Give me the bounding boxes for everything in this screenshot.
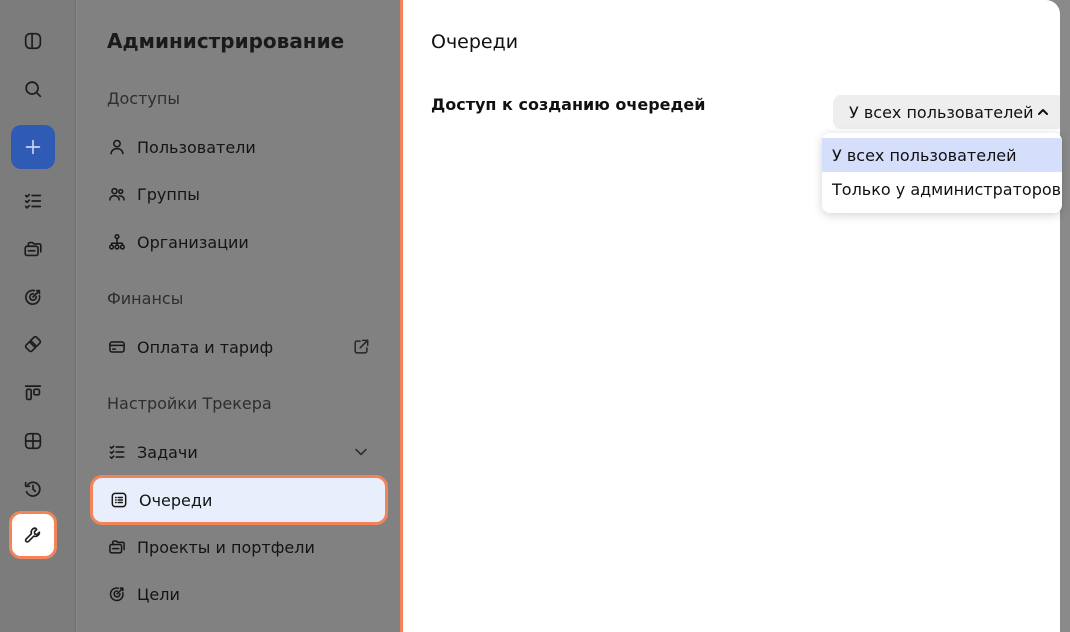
portfolio-button[interactable] bbox=[11, 323, 55, 367]
wrench-icon bbox=[24, 527, 41, 543]
search-icon bbox=[25, 81, 42, 98]
nav-item-label: Пользователи bbox=[137, 137, 256, 157]
tasks-icon bbox=[24, 193, 42, 209]
boards-icon bbox=[24, 385, 42, 401]
page-title: Очереди bbox=[431, 31, 519, 53]
main-content: Очереди Доступ к созданию очередей У все… bbox=[403, 0, 1065, 632]
queue-list-icon bbox=[109, 490, 129, 510]
history-icon bbox=[24, 481, 41, 497]
projects-icon bbox=[24, 241, 42, 257]
nav-item-groups[interactable]: Группы bbox=[91, 172, 387, 216]
panel-toggle-button[interactable] bbox=[11, 19, 55, 63]
search-button[interactable] bbox=[11, 67, 55, 111]
nav-item-queues[interactable]: Очереди bbox=[93, 478, 385, 522]
org-tree-icon bbox=[107, 232, 127, 252]
portfolio-icon bbox=[24, 335, 42, 353]
nav-item-users[interactable]: Пользователи bbox=[91, 125, 387, 169]
nav-item-label: Цели bbox=[137, 584, 180, 604]
nav-item-goals[interactable]: Цели bbox=[91, 572, 387, 616]
admin-button[interactable] bbox=[9, 511, 57, 559]
chevron-down-icon bbox=[351, 442, 371, 462]
dashboards-icon bbox=[24, 432, 42, 450]
nav-title: Администрирование bbox=[107, 29, 345, 53]
chevron-up-icon bbox=[1035, 104, 1051, 120]
access-options-dropdown: У всех пользователей Только у администра… bbox=[822, 133, 1062, 213]
option-all-users[interactable]: У всех пользователей bbox=[822, 138, 1062, 172]
nav-item-organizations[interactable]: Организации bbox=[91, 220, 387, 264]
right-gutter bbox=[1060, 0, 1070, 632]
projects-button[interactable] bbox=[11, 227, 55, 271]
nav-item-label: Группы bbox=[137, 184, 200, 204]
nav-item-projects[interactable]: Проекты и портфели bbox=[91, 525, 387, 569]
admin-nav-panel: Администрирование Доступы Пользователи Г… bbox=[77, 0, 400, 632]
nav-section-tracker: Настройки Трекера bbox=[107, 394, 272, 413]
nav-item-billing[interactable]: Оплата и тариф bbox=[91, 325, 387, 369]
user-icon bbox=[107, 137, 127, 157]
queue-creation-access-select[interactable]: У всех пользователей bbox=[833, 95, 1065, 129]
projects-icon bbox=[107, 537, 127, 557]
nav-item-label: Организации bbox=[137, 232, 249, 252]
nav-item-label: Оплата и тариф bbox=[137, 337, 274, 357]
queue-creation-access-label: Доступ к созданию очередей bbox=[431, 95, 706, 114]
users-group-icon bbox=[107, 184, 127, 204]
history-button[interactable] bbox=[11, 467, 55, 511]
tasks-icon bbox=[107, 442, 127, 462]
goals-icon bbox=[107, 584, 127, 604]
nav-section-finance: Финансы bbox=[107, 289, 184, 308]
plus-icon bbox=[25, 139, 41, 155]
create-button[interactable] bbox=[11, 125, 55, 169]
nav-section-access: Доступы bbox=[107, 89, 180, 108]
nav-item-label: Задачи bbox=[137, 442, 198, 462]
option-admins-only[interactable]: Только у администраторов bbox=[822, 172, 1062, 206]
boards-button[interactable] bbox=[11, 371, 55, 415]
nav-item-label: Проекты и портфели bbox=[137, 537, 315, 557]
panel-toggle-icon bbox=[24, 32, 42, 50]
nav-item-label: Очереди bbox=[139, 490, 213, 510]
nav-item-tasks[interactable]: Задачи bbox=[91, 430, 387, 474]
credit-card-icon bbox=[107, 337, 127, 357]
select-value: У всех пользователей bbox=[849, 102, 1034, 122]
goals-button[interactable] bbox=[11, 275, 55, 319]
goals-icon bbox=[25, 289, 41, 305]
dashboards-button[interactable] bbox=[11, 419, 55, 463]
tasks-button[interactable] bbox=[11, 179, 55, 223]
icon-rail bbox=[0, 0, 76, 632]
external-link-icon bbox=[351, 337, 371, 357]
